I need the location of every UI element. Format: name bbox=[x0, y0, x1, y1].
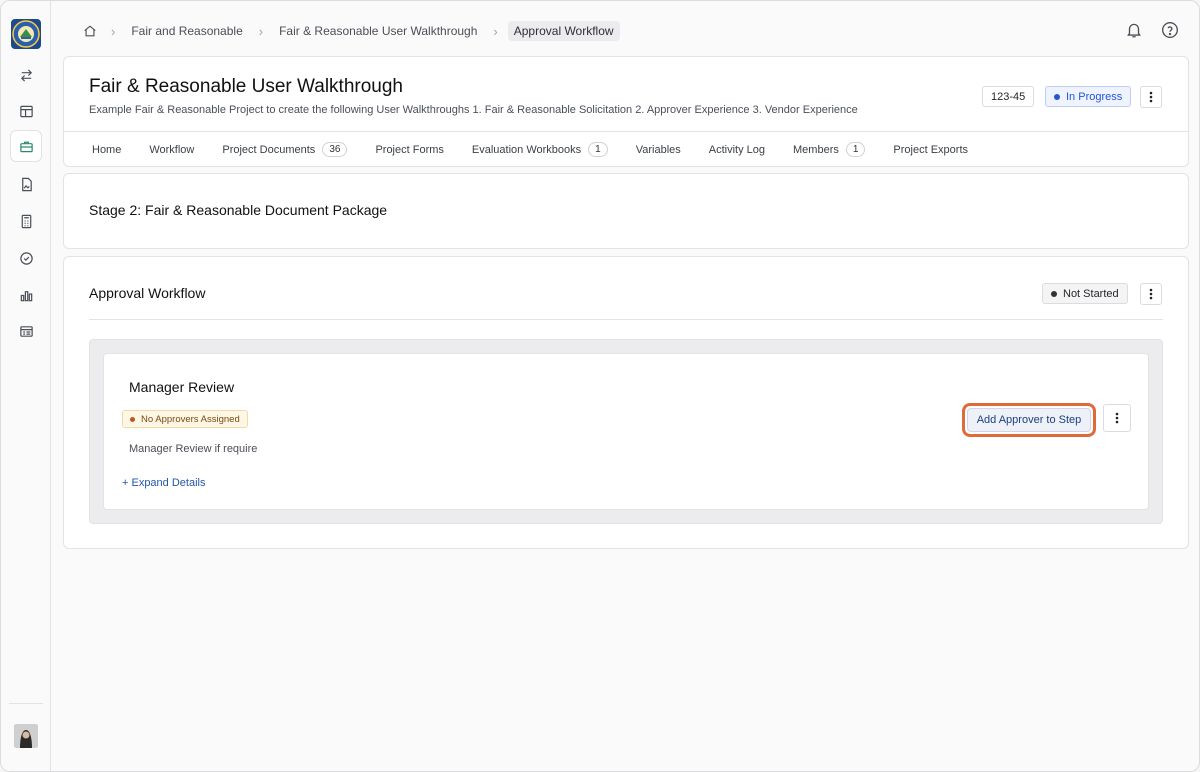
step-container: Manager Review No Approvers Assigned Man… bbox=[89, 339, 1163, 524]
workflow-status-badge: Not Started bbox=[1042, 283, 1128, 304]
tab-variables[interactable]: Variables bbox=[622, 144, 695, 156]
workflow-title: Approval Workflow bbox=[89, 285, 206, 301]
organization-logo[interactable] bbox=[11, 19, 41, 49]
project-menu-button[interactable] bbox=[1140, 86, 1162, 108]
page-title: Fair & Reasonable User Walkthrough bbox=[89, 76, 403, 97]
home-icon[interactable] bbox=[83, 24, 101, 38]
check-circle-icon[interactable] bbox=[10, 242, 42, 274]
step-card: Manager Review No Approvers Assigned Man… bbox=[103, 353, 1149, 510]
highlight-ring: Add Approver to Step bbox=[962, 403, 1096, 437]
status-dot bbox=[1051, 290, 1057, 297]
approver-status-label: No Approvers Assigned bbox=[141, 413, 240, 425]
tab-project-forms[interactable]: Project Forms bbox=[361, 144, 457, 156]
tab-evaluation-workbooks[interactable]: Evaluation Workbooks 1 bbox=[458, 142, 622, 157]
step-menu-button[interactable] bbox=[1103, 404, 1131, 432]
chevron-right-icon: › bbox=[111, 23, 116, 39]
avatar[interactable] bbox=[14, 724, 38, 748]
workflow-menu-button[interactable] bbox=[1140, 283, 1162, 305]
project-number-badge: 123-45 bbox=[982, 86, 1035, 107]
chevron-right-icon: › bbox=[493, 23, 498, 39]
stage-title: Stage 2: Fair & Reasonable Document Pack… bbox=[89, 202, 388, 218]
expand-details-link[interactable]: + Expand Details bbox=[122, 477, 205, 489]
layout-icon[interactable] bbox=[10, 95, 42, 127]
project-tabs: Home Workflow Project Documents 36 Projec… bbox=[64, 131, 1188, 167]
more-vertical-icon bbox=[1149, 91, 1153, 103]
project-description: Example Fair & Reasonable Project to cre… bbox=[89, 104, 858, 116]
tab-count: 36 bbox=[322, 142, 348, 157]
stage-card: Stage 2: Fair & Reasonable Document Pack… bbox=[63, 173, 1189, 249]
tab-project-documents[interactable]: Project Documents 36 bbox=[208, 142, 361, 157]
status-dot bbox=[130, 416, 135, 422]
help-icon[interactable] bbox=[1161, 21, 1181, 41]
status-badge: In Progress bbox=[1045, 86, 1132, 107]
app-window: › Fair and Reasonable › Fair & Reasonabl… bbox=[0, 0, 1200, 772]
breadcrumb-item[interactable]: Fair & Reasonable User Walkthrough bbox=[273, 24, 483, 38]
step-description: Manager Review if require bbox=[129, 443, 258, 455]
step-name: Manager Review bbox=[129, 379, 235, 395]
tab-project-exports[interactable]: Project Exports bbox=[879, 144, 982, 156]
sidebar bbox=[1, 1, 51, 771]
add-approver-button[interactable]: Add Approver to Step bbox=[967, 408, 1091, 432]
tab-home[interactable]: Home bbox=[78, 144, 135, 156]
approver-status-badge: No Approvers Assigned bbox=[122, 410, 248, 428]
breadcrumb: › Fair and Reasonable › Fair & Reasonabl… bbox=[83, 20, 620, 42]
breadcrumb-item[interactable]: Fair and Reasonable bbox=[125, 24, 248, 38]
more-vertical-icon bbox=[1149, 288, 1153, 300]
bar-chart-icon[interactable] bbox=[10, 279, 42, 311]
approval-workflow-card: Approval Workflow Not Started Manager Re… bbox=[63, 256, 1189, 549]
sidebar-divider bbox=[9, 703, 43, 704]
swap-icon[interactable] bbox=[10, 59, 42, 91]
status-label: In Progress bbox=[1066, 90, 1123, 103]
breadcrumb-current: Approval Workflow bbox=[507, 21, 620, 41]
project-header-card: Fair & Reasonable User Walkthrough Examp… bbox=[63, 56, 1189, 167]
tab-members[interactable]: Members 1 bbox=[779, 142, 879, 157]
document-image-icon[interactable] bbox=[10, 168, 42, 200]
tab-workflow[interactable]: Workflow bbox=[135, 144, 208, 156]
briefcase-icon[interactable] bbox=[10, 130, 42, 162]
tab-count: 1 bbox=[845, 142, 866, 157]
chevron-right-icon: › bbox=[258, 23, 264, 39]
tab-activity-log[interactable]: Activity Log bbox=[695, 144, 779, 156]
bell-icon[interactable] bbox=[1125, 21, 1145, 41]
status-label: Not Started bbox=[1063, 287, 1119, 300]
calculator-icon[interactable] bbox=[10, 205, 42, 237]
list-card-icon[interactable] bbox=[10, 315, 42, 347]
status-dot bbox=[1054, 93, 1060, 100]
divider bbox=[89, 319, 1163, 320]
tab-count: 1 bbox=[588, 142, 608, 157]
more-vertical-icon bbox=[1115, 412, 1119, 424]
